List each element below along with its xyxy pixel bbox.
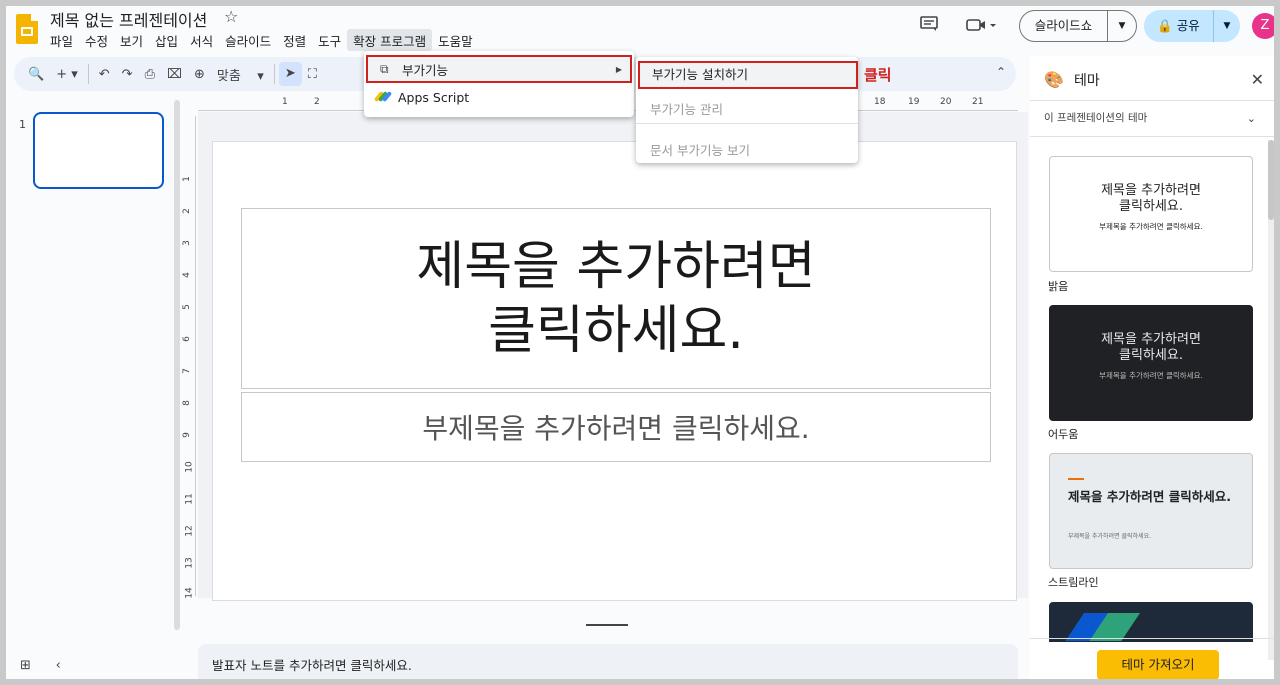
slide-canvas[interactable]: 제목을 추가하려면 클릭하세요. 부제목을 추가하려면 클릭하세요. — [212, 141, 1017, 601]
vertical-ruler: 1 2 3 4 5 6 7 8 9 10 11 12 13 14 — [182, 116, 196, 599]
subtitle-placeholder[interactable]: 부제목을 추가하려면 클릭하세요. — [241, 392, 991, 462]
slideshow-label: 슬라이드쇼 — [1020, 11, 1108, 41]
slides-logo-icon[interactable] — [16, 14, 38, 44]
addons-submenu: 부가기능 설치하기 부가기능 관리 문서 부가기능 보기 — [636, 57, 858, 163]
menu-insert[interactable]: 삽입 — [149, 29, 184, 51]
apps-script-icon — [373, 90, 393, 104]
notes-resize-handle[interactable] — [586, 624, 628, 626]
collapse-toolbar-icon[interactable]: ⌃ — [996, 65, 1006, 79]
chevron-down-icon[interactable]: ⌄ — [1247, 112, 1256, 125]
menu-slide[interactable]: 슬라이드 — [219, 29, 277, 51]
theme-card-light[interactable]: 제목을 추가하려면 클릭하세요. 부제목을 추가하려면 클릭하세요. — [1049, 156, 1253, 272]
slideshow-dropdown-icon[interactable]: ▼ — [1108, 21, 1136, 31]
extensions-menu: ⧉ 부가기능 ▶ Apps Script — [364, 51, 634, 117]
redo-icon[interactable]: ↷ — [116, 67, 139, 82]
lock-icon: 🔒 — [1157, 18, 1173, 33]
filmstrip-scrollbar[interactable] — [174, 100, 180, 630]
palette-icon: 🎨 — [1044, 70, 1064, 89]
slide-thumbnail[interactable] — [33, 112, 164, 189]
comment-icon[interactable] — [920, 16, 938, 36]
addon-icon: ⧉ — [380, 61, 389, 76]
zoom-select[interactable]: 맞춤 ▾ — [211, 65, 270, 84]
theme-section-label: 이 프레젠테이션의 테마 — [1044, 112, 1148, 124]
menu-item-view-document-addons[interactable]: 문서 부가기능 보기 — [636, 140, 858, 159]
close-icon[interactable]: ✕ — [1251, 70, 1264, 89]
import-theme-button[interactable]: 테마 가져오기 — [1097, 650, 1219, 679]
print-icon[interactable]: ⎙ — [139, 67, 161, 82]
frame-select-icon[interactable]: ⛶ — [302, 67, 323, 82]
filmstrip: 1 — [6, 98, 184, 638]
menu-tools[interactable]: 도구 — [312, 29, 347, 51]
theme-panel-title: 테마 — [1074, 73, 1100, 89]
meet-video-icon[interactable] — [966, 17, 996, 36]
menu-help[interactable]: 도움말 — [432, 29, 479, 51]
share-label: 🔒 공유 — [1144, 10, 1214, 42]
search-icon[interactable]: 🔍 — [22, 67, 50, 82]
menu-item-addons[interactable]: ⧉ 부가기능 ▶ — [366, 55, 632, 83]
new-slide-icon[interactable]: + ▾ — [50, 67, 84, 82]
menu-item-apps-script[interactable]: Apps Script — [364, 83, 634, 111]
document-title[interactable]: 제목 없는 프레젠테이션 — [50, 7, 207, 31]
menu-arrange[interactable]: 정렬 — [277, 29, 312, 51]
submenu-arrow-icon: ▶ — [615, 64, 622, 74]
theme-name-streamline: 스트림라인 — [1048, 576, 1099, 589]
share-dropdown-icon[interactable]: ▼ — [1214, 21, 1240, 31]
app-window: 제목 없는 프레젠테이션 ☆ 파일 수정 보기 삽입 서식 슬라이드 정렬 도구… — [6, 6, 1274, 679]
star-icon[interactable]: ☆ — [224, 7, 238, 26]
undo-icon[interactable]: ↶ — [93, 67, 116, 82]
select-tool-icon[interactable]: ➤ — [278, 62, 302, 86]
share-button[interactable]: 🔒 공유 ▼ — [1144, 10, 1240, 42]
menu-format[interactable]: 서식 — [184, 29, 219, 51]
menu-item-manage-addons[interactable]: 부가기능 관리 — [636, 99, 858, 118]
theme-panel-scrollbar[interactable] — [1268, 140, 1274, 660]
paint-format-icon[interactable]: ⌧ — [161, 67, 188, 82]
theme-name-light: 밝음 — [1048, 280, 1069, 293]
menu-file[interactable]: 파일 — [44, 29, 79, 51]
speaker-notes[interactable]: 발표자 노트를 추가하려면 클릭하세요. — [198, 644, 1018, 679]
menu-view[interactable]: 보기 — [114, 29, 149, 51]
theme-panel: 🎨 테마 ✕ 이 프레젠테이션의 테마 ⌄ 제목을 추가하려면 클릭하세요. 부제… — [1030, 56, 1274, 679]
menu-extensions[interactable]: 확장 프로그램 — [347, 29, 433, 51]
slideshow-button[interactable]: 슬라이드쇼 ▼ — [1019, 10, 1137, 42]
theme-card-next[interactable] — [1049, 602, 1253, 642]
zoom-icon[interactable]: ⊕ — [188, 67, 211, 82]
menu-edit[interactable]: 수정 — [79, 29, 114, 51]
grid-view-icon[interactable]: ⊞ ‹ — [20, 658, 61, 673]
theme-card-dark[interactable]: 제목을 추가하려면 클릭하세요. 부제목을 추가하려면 클릭하세요. — [1049, 305, 1253, 421]
title-placeholder[interactable]: 제목을 추가하려면 클릭하세요. — [241, 208, 991, 389]
menu-bar: 파일 수정 보기 삽입 서식 슬라이드 정렬 도구 확장 프로그램 도움말 — [44, 29, 479, 51]
menu-item-install-addons[interactable]: 부가기능 설치하기 — [638, 61, 858, 89]
avatar[interactable]: Z — [1252, 13, 1274, 39]
slide-number: 1 — [19, 118, 26, 131]
theme-name-dark: 어두움 — [1048, 428, 1079, 441]
click-annotation: 클릭 — [864, 66, 892, 84]
theme-card-streamline[interactable]: 제목을 추가하려면 클릭하세요. 부제목을 추가하려면 클릭하세요. — [1049, 453, 1253, 569]
